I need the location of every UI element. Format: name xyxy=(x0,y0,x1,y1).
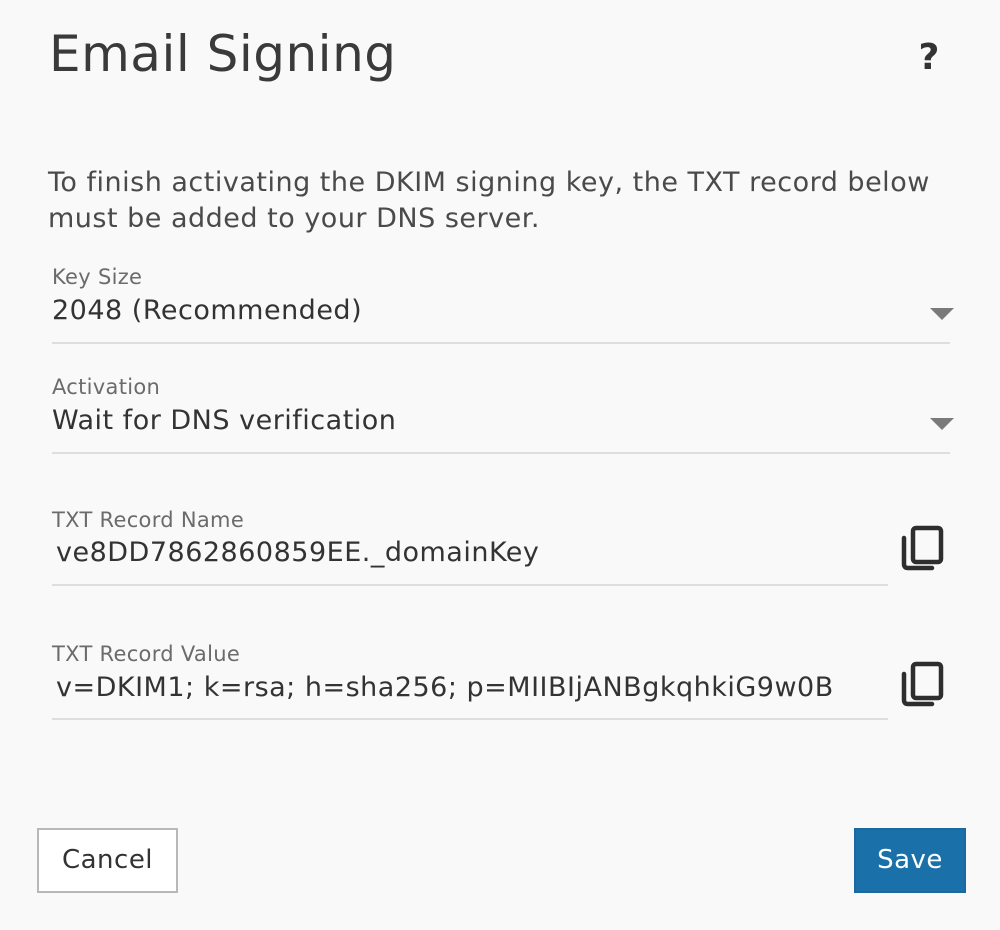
txt-record-value-value[interactable]: v=DKIM1; k=rsa; h=sha256; p=MIIBIjANBgkq… xyxy=(56,672,886,703)
txt-record-name-label: TXT Record Name xyxy=(52,508,245,532)
chevron-down-icon[interactable] xyxy=(930,418,954,430)
copy-icon[interactable] xyxy=(898,660,946,708)
activation-value: Wait for DNS verification xyxy=(52,405,397,436)
activation-select[interactable]: Activation Wait for DNS verification xyxy=(52,372,954,454)
save-button[interactable]: Save xyxy=(854,828,966,893)
cancel-button[interactable]: Cancel xyxy=(37,828,178,893)
dialog-description: To finish activating the DKIM signing ke… xyxy=(48,167,930,234)
key-size-select[interactable]: Key Size 2048 (Recommended) xyxy=(52,262,954,344)
help-icon[interactable]: ? xyxy=(912,36,946,80)
activation-label: Activation xyxy=(52,375,161,399)
txt-record-name-field[interactable]: TXT Record Name ve8DD7862860859EE._domai… xyxy=(52,504,888,586)
key-size-label: Key Size xyxy=(52,265,143,289)
key-size-value: 2048 (Recommended) xyxy=(52,295,363,326)
chevron-down-icon[interactable] xyxy=(930,308,954,320)
txt-record-name-value[interactable]: ve8DD7862860859EE._domainKey xyxy=(56,537,886,568)
email-signing-dialog: Email Signing ? To finish activating the… xyxy=(0,0,1000,930)
txt-record-value-field[interactable]: TXT Record Value v=DKIM1; k=rsa; h=sha25… xyxy=(52,638,888,720)
txt-record-value-label: TXT Record Value xyxy=(52,642,241,666)
dialog-title: Email Signing xyxy=(49,25,397,83)
copy-icon[interactable] xyxy=(898,524,946,572)
